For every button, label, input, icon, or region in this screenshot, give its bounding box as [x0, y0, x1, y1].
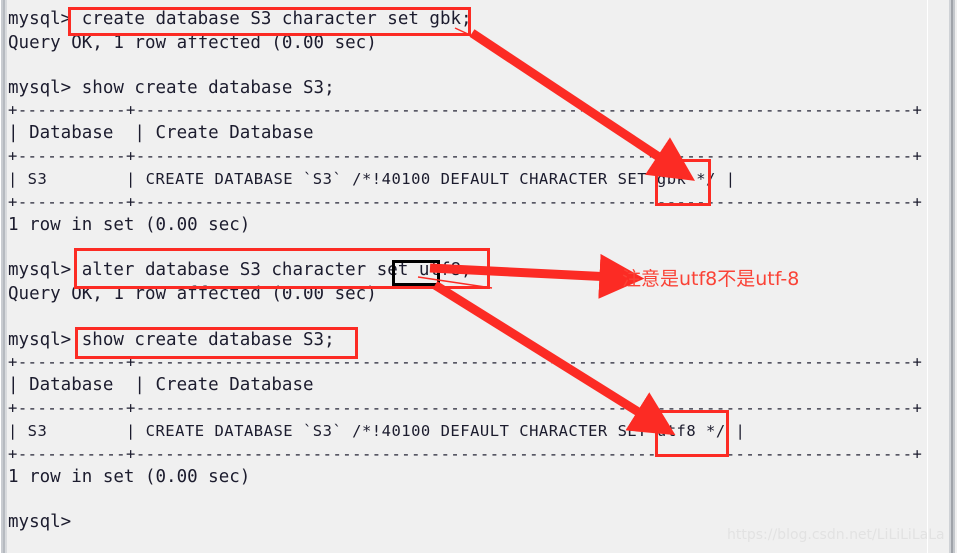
terminal-line: 1 row in set (0.00 sec): [8, 467, 251, 487]
terminal-line: +-----------+---------------------------…: [8, 193, 923, 211]
utf8-note-text: 注意是utf8不是utf-8: [622, 268, 800, 290]
terminal-line: | Database | Create Database: [8, 123, 314, 143]
utf8-result-box: [655, 410, 729, 457]
terminal-line: mysql>: [8, 512, 72, 532]
terminal-line: +-----------+---------------------------…: [8, 399, 923, 417]
terminal-line: mysql> show create database S3;: [8, 78, 335, 98]
create-command-box: [68, 7, 471, 36]
left-scrollbar-rail[interactable]: [0, 0, 8, 553]
show-command-box: [75, 327, 358, 359]
utf8-keyword-box: [392, 260, 440, 286]
terminal-line: +-----------+---------------------------…: [8, 445, 923, 463]
terminal-screenshot: mysql> create database S3 character set …: [0, 0, 957, 553]
terminal-line: Query OK, 1 row affected (0.00 sec): [8, 33, 377, 53]
terminal-line: +-----------+---------------------------…: [8, 101, 923, 119]
terminal-line: +-----------+---------------------------…: [8, 147, 923, 165]
terminal-line: | S3 | CREATE DATABASE `S3` /*!40100 DEF…: [8, 422, 746, 440]
right-scrollbar-rail[interactable]: [947, 0, 957, 553]
terminal-line: | Database | Create Database: [8, 375, 314, 395]
watermark-text: https://blog.csdn.net/LiLiLiLaLa: [727, 527, 945, 543]
terminal-line: 1 row in set (0.00 sec): [8, 215, 251, 235]
terminal-line: | S3 | CREATE DATABASE `S3` /*!40100 DEF…: [8, 170, 736, 188]
gbk-result-box: [655, 159, 711, 206]
